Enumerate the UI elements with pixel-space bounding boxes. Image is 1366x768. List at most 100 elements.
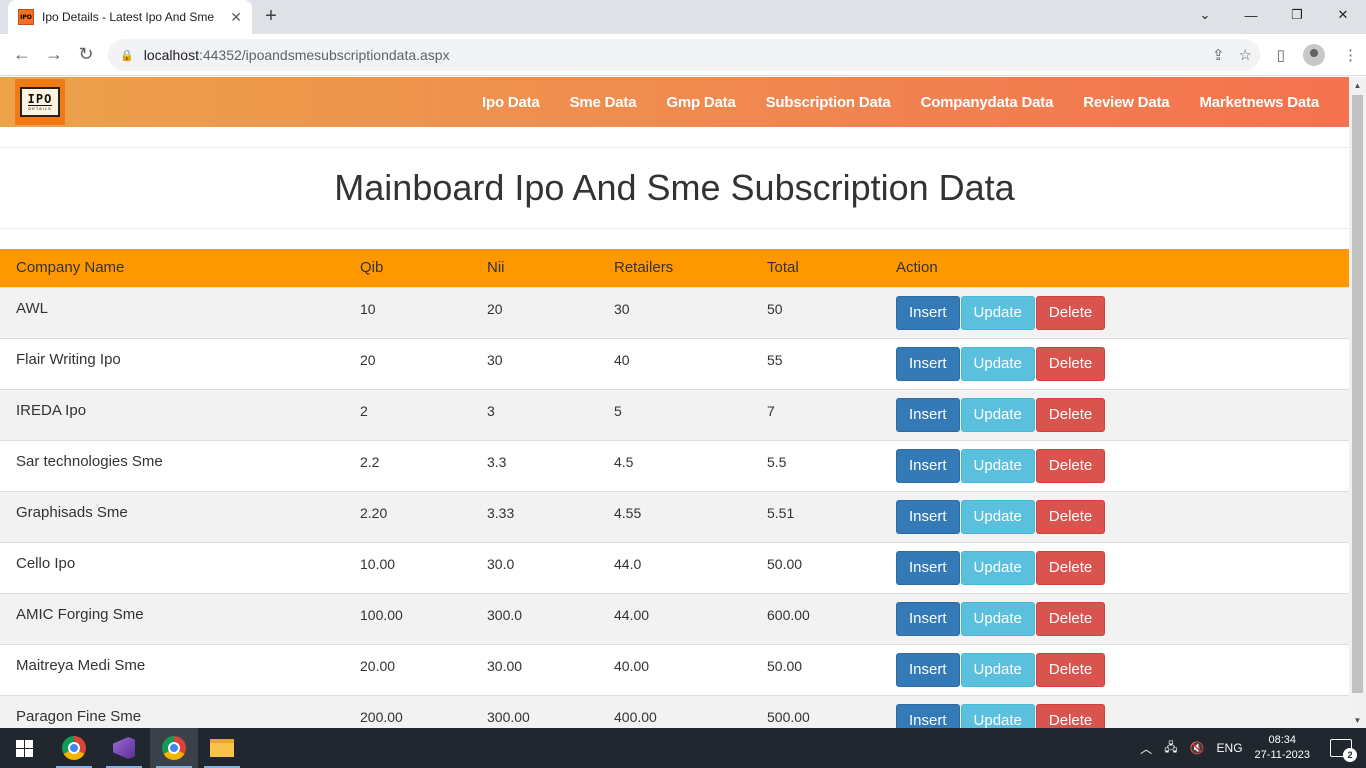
nii-cell: 300.00 — [471, 694, 598, 728]
delete-button[interactable]: Delete — [1035, 550, 1106, 585]
notification-count: 2 — [1343, 748, 1357, 762]
total-cell: 5.5 — [751, 439, 880, 491]
insert-button[interactable]: Insert — [896, 346, 960, 381]
company-name-cell: Flair Writing Ipo — [0, 337, 344, 389]
total-cell: 55 — [751, 337, 880, 389]
qib-cell: 200.00 — [344, 694, 471, 728]
taskbar-file-explorer[interactable] — [198, 728, 246, 768]
table-row: AMIC Forging Sme 100.00 300.0 44.00 600.00 In… — [0, 592, 1349, 644]
notification-center-icon[interactable]: 2 — [1330, 739, 1357, 762]
update-button[interactable]: Update — [960, 499, 1035, 534]
browser-tab[interactable]: IPO Ipo Details - Latest Ipo And Sme ✕ — [8, 0, 252, 34]
header-action: Action — [880, 249, 1349, 287]
close-window-button[interactable]: ✕ — [1320, 0, 1366, 30]
site-menu: Ipo Data Sme Data Gmp Data Subscription … — [482, 77, 1319, 127]
total-cell: 50.00 — [751, 541, 880, 593]
scroll-down-arrow-icon[interactable]: ▼ — [1349, 712, 1366, 728]
insert-button[interactable]: Insert — [896, 295, 960, 330]
table-header-row: Company Name Qib Nii Retailers Total Act… — [0, 249, 1349, 287]
minimize-button[interactable]: — — [1228, 0, 1274, 30]
forward-button[interactable]: → — [38, 39, 70, 71]
delete-button[interactable]: Delete — [1035, 448, 1106, 483]
action-cell: Insert Update Delete — [880, 592, 1349, 644]
volume-muted-icon[interactable]: 🔇 — [1190, 741, 1205, 755]
insert-button[interactable]: Insert — [896, 397, 960, 432]
nav-companydata-data[interactable]: Companydata Data — [921, 94, 1054, 111]
restore-button[interactable]: ❐ — [1274, 0, 1320, 30]
page-viewport: IPO DETAILS Ipo Data Sme Data Gmp Data S… — [0, 77, 1349, 728]
clock-time: 08:34 — [1268, 734, 1297, 746]
delete-button[interactable]: Delete — [1035, 295, 1106, 330]
nav-review-data[interactable]: Review Data — [1083, 94, 1169, 111]
company-name-cell: Graphisads Sme — [0, 490, 344, 542]
nii-cell: 30.0 — [471, 541, 598, 593]
update-button[interactable]: Update — [960, 295, 1035, 330]
language-indicator[interactable]: ENG — [1217, 741, 1243, 755]
qib-cell: 10 — [344, 286, 471, 338]
tab-title: Ipo Details - Latest Ipo And Sme — [42, 10, 214, 24]
scroll-thumb[interactable] — [1352, 95, 1363, 693]
side-panel-icon[interactable]: ▯ — [1277, 46, 1285, 64]
lock-icon[interactable]: 🔒 — [120, 49, 134, 62]
action-cell: Insert Update Delete — [880, 694, 1349, 728]
show-hidden-icons-icon[interactable]: ︿ — [1140, 740, 1152, 757]
scroll-up-arrow-icon[interactable]: ▲ — [1349, 77, 1366, 93]
delete-button[interactable]: Delete — [1035, 703, 1106, 728]
insert-button[interactable]: Insert — [896, 703, 960, 728]
nav-sme-data[interactable]: Sme Data — [570, 94, 637, 111]
update-button[interactable]: Update — [960, 703, 1035, 728]
delete-button[interactable]: Delete — [1035, 601, 1106, 636]
back-button[interactable]: ← — [6, 39, 38, 71]
update-button[interactable]: Update — [960, 652, 1035, 687]
tab-search-icon[interactable]: ⌄ — [1182, 0, 1228, 30]
total-cell: 600.00 — [751, 592, 880, 644]
new-tab-button[interactable]: + — [260, 6, 282, 28]
insert-button[interactable]: Insert — [896, 601, 960, 636]
header-company-name: Company Name — [0, 249, 344, 287]
divider — [0, 228, 1349, 229]
insert-button[interactable]: Insert — [896, 652, 960, 687]
update-button[interactable]: Update — [960, 397, 1035, 432]
windows-logo-icon — [15, 739, 33, 757]
taskbar-visual-studio[interactable] — [100, 728, 148, 768]
update-button[interactable]: Update — [960, 448, 1035, 483]
clock[interactable]: 08:34 27-11-2023 — [1255, 733, 1310, 763]
start-button[interactable] — [0, 728, 48, 768]
header-total: Total — [751, 249, 880, 287]
nav-gmp-data[interactable]: Gmp Data — [666, 94, 735, 111]
bookmark-star-icon[interactable]: ☆ — [1239, 46, 1252, 64]
delete-button[interactable]: Delete — [1035, 499, 1106, 534]
nav-marketnews-data[interactable]: Marketnews Data — [1199, 94, 1319, 111]
reload-button[interactable]: ↻ — [70, 39, 102, 71]
share-icon[interactable]: ⇪ — [1212, 46, 1225, 64]
retailers-cell: 5 — [598, 388, 751, 440]
address-bar[interactable]: 🔒 localhost:44352/ipoandsmesubscriptiond… — [108, 39, 1260, 71]
update-button[interactable]: Update — [960, 601, 1035, 636]
profile-avatar[interactable] — [1303, 44, 1325, 66]
delete-button[interactable]: Delete — [1035, 397, 1106, 432]
menu-kebab-icon[interactable]: ⋮ — [1343, 46, 1358, 64]
nav-ipo-data[interactable]: Ipo Data — [482, 94, 540, 111]
taskbar-chrome[interactable] — [50, 728, 98, 768]
taskbar-chrome-active[interactable] — [150, 728, 198, 768]
total-cell: 50 — [751, 286, 880, 338]
delete-button[interactable]: Delete — [1035, 652, 1106, 687]
network-icon[interactable]: 🖧 — [1164, 738, 1177, 759]
qib-cell: 2.2 — [344, 439, 471, 491]
nii-cell: 300.0 — [471, 592, 598, 644]
page-scrollbar[interactable]: ▲ ▼ — [1349, 77, 1366, 728]
site-navbar: IPO DETAILS Ipo Data Sme Data Gmp Data S… — [0, 77, 1349, 127]
close-tab-icon[interactable]: ✕ — [230, 9, 242, 26]
qib-cell: 20 — [344, 337, 471, 389]
update-button[interactable]: Update — [960, 346, 1035, 381]
insert-button[interactable]: Insert — [896, 499, 960, 534]
site-logo[interactable]: IPO DETAILS — [15, 79, 65, 125]
table-row: Flair Writing Ipo 20 30 40 55 Insert Update Del… — [0, 337, 1349, 389]
insert-button[interactable]: Insert — [896, 448, 960, 483]
folder-icon — [210, 739, 234, 757]
insert-button[interactable]: Insert — [896, 550, 960, 585]
company-name-cell: Cello Ipo — [0, 541, 344, 593]
nav-subscription-data[interactable]: Subscription Data — [766, 94, 891, 111]
delete-button[interactable]: Delete — [1035, 346, 1106, 381]
update-button[interactable]: Update — [960, 550, 1035, 585]
